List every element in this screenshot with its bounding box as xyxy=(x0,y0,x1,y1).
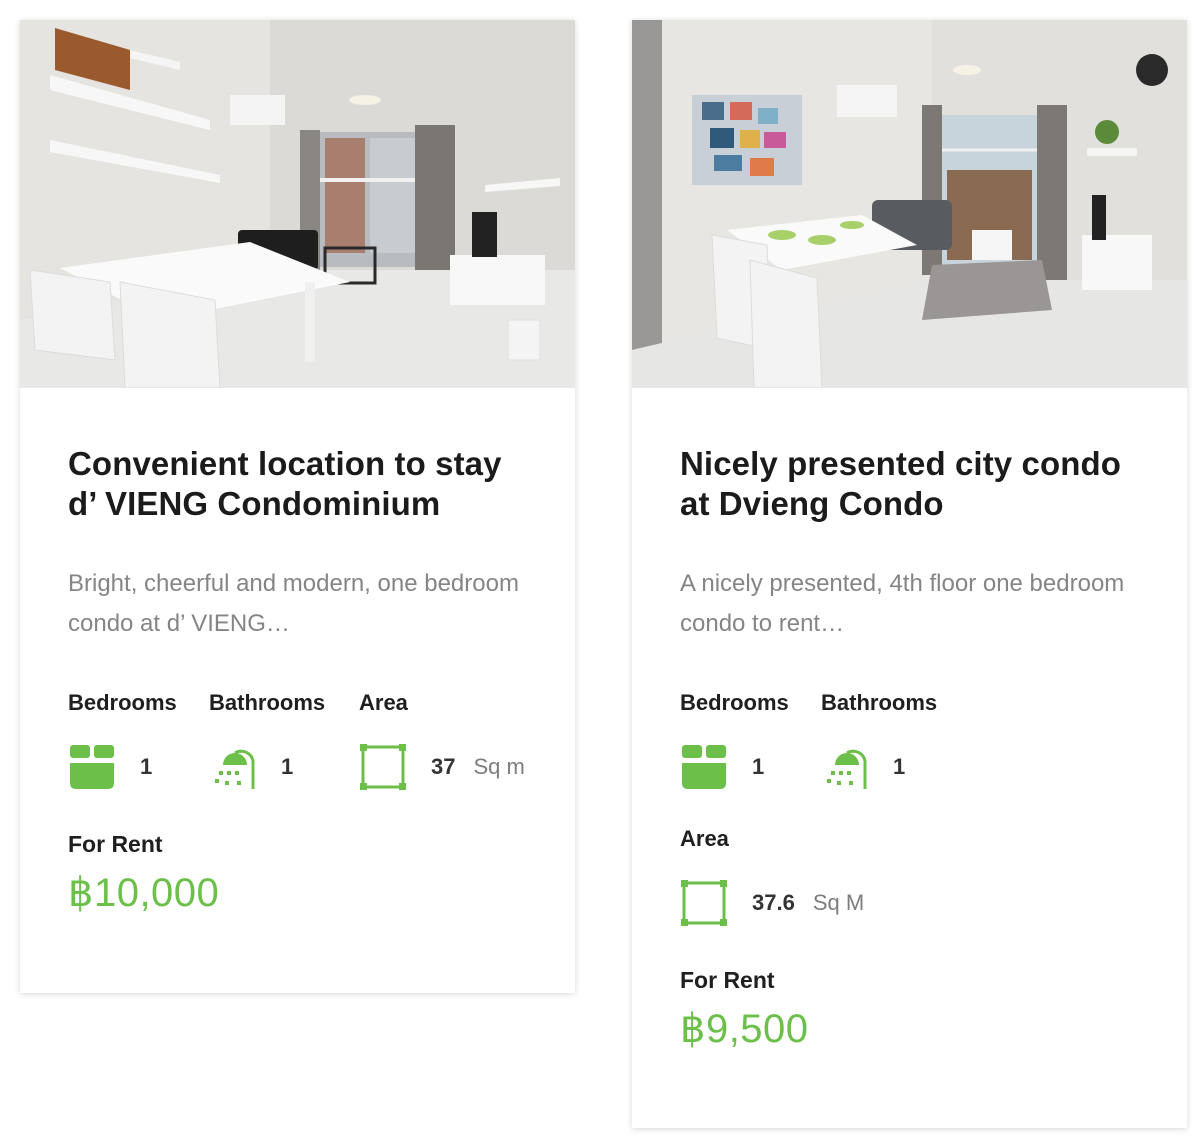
listing-title-link[interactable]: Convenient location to stay d’ VIENG Con… xyxy=(68,445,502,522)
bathrooms-count: 1 xyxy=(281,754,294,779)
price-value: ฿9,500 xyxy=(680,1007,809,1051)
listing-title[interactable]: Nicely presented city condo at Dvieng Co… xyxy=(680,444,1139,524)
area-value: 37.6 xyxy=(752,890,795,915)
listing-features: Bedrooms 1 Bathrooms 1 Area 37 Sq m xyxy=(68,690,527,792)
listing-features: Bedrooms 1 Bathrooms 1 xyxy=(680,690,1139,792)
listing-title-link[interactable]: Nicely presented city condo at Dvieng Co… xyxy=(680,445,1121,522)
listing-description: A nicely presented, 4th floor one bedroo… xyxy=(680,570,1125,637)
listing-card[interactable]: Nicely presented city condo at Dvieng Co… xyxy=(632,20,1187,1128)
bedrooms-count: 1 xyxy=(140,754,153,779)
area-label: Area xyxy=(359,690,408,715)
area-icon xyxy=(680,879,728,927)
price-block: For Rent ฿10,000 xyxy=(68,830,527,918)
bedrooms-label: Bedrooms xyxy=(680,690,789,715)
bathrooms-feature: Bathrooms 1 xyxy=(821,690,971,792)
area-unit: Sq M xyxy=(812,890,865,915)
shower-icon xyxy=(209,743,257,791)
price-block: For Rent ฿9,500 xyxy=(680,966,1139,1054)
bedrooms-feature: Bedrooms 1 xyxy=(68,690,209,792)
bedrooms-feature: Bedrooms 1 xyxy=(680,690,821,792)
bed-icon xyxy=(68,743,116,791)
bedrooms-label: Bedrooms xyxy=(68,690,177,715)
price-label: For Rent xyxy=(68,831,163,857)
area-icon xyxy=(359,743,407,791)
area-value: 37 xyxy=(431,754,456,779)
listing-title[interactable]: Convenient location to stay d’ VIENG Con… xyxy=(68,444,527,524)
bedrooms-count: 1 xyxy=(752,754,765,779)
area-feature: Area 37.6 Sq M xyxy=(680,826,1139,928)
area-unit: Sq m xyxy=(473,754,525,779)
listing-photo[interactable] xyxy=(632,20,1187,388)
bed-icon xyxy=(680,743,728,791)
price-value: ฿10,000 xyxy=(68,871,220,915)
bathrooms-label: Bathrooms xyxy=(209,690,326,715)
listing-card[interactable]: Convenient location to stay d’ VIENG Con… xyxy=(20,20,575,993)
shower-icon xyxy=(821,743,869,791)
listing-description: Bright, cheerful and modern, one bedroom… xyxy=(68,570,519,637)
listing-photo[interactable] xyxy=(20,20,575,388)
price-label: For Rent xyxy=(680,967,775,993)
area-label: Area xyxy=(680,826,729,851)
area-feature: Area 37 Sq m xyxy=(359,690,525,792)
bathrooms-feature: Bathrooms 1 xyxy=(209,690,359,792)
bathrooms-label: Bathrooms xyxy=(821,690,938,715)
bathrooms-count: 1 xyxy=(893,754,906,779)
